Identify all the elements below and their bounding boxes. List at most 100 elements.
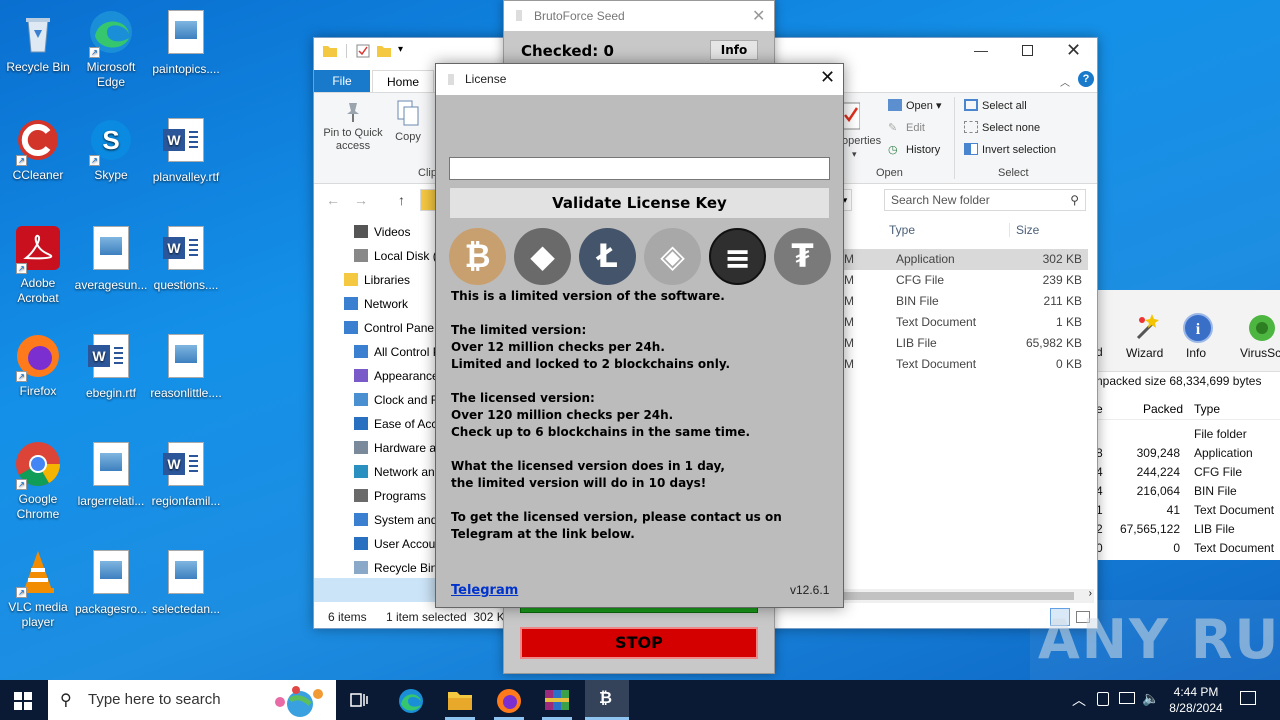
nav-item[interactable]: Programs (354, 484, 426, 508)
close-icon[interactable]: ✕ (752, 6, 765, 26)
nav-item[interactable]: Libraries (344, 268, 410, 292)
skype-shortcut[interactable]: S ↗ Skype (73, 116, 149, 183)
column-header-size[interactable]: Size (1009, 223, 1039, 237)
edge-taskbar-icon[interactable] (398, 688, 424, 717)
up-button[interactable]: ↑ (398, 192, 405, 208)
new-folder-quick-icon[interactable] (376, 44, 392, 61)
file-shortcut[interactable]: packagesro... (73, 548, 149, 617)
nav-item[interactable]: Videos (354, 220, 410, 244)
volume-icon[interactable]: 🔈 (1142, 690, 1159, 707)
license-key-input[interactable] (449, 157, 830, 180)
litecoin-icon[interactable]: Ł (579, 228, 636, 285)
file-row[interactable]: M Text Document 1 KB (844, 312, 1088, 333)
recycle-bin-shortcut[interactable]: Recycle Bin (0, 8, 76, 75)
collapse-ribbon-icon[interactable]: ︿ (1060, 74, 1070, 89)
file-shortcut[interactable]: regionfamil... (148, 440, 224, 509)
chevron-up-icon[interactable]: ︿ (1072, 690, 1086, 710)
archive-row[interactable]: File folder (1096, 424, 1280, 445)
forward-button[interactable]: → (354, 192, 368, 208)
nav-item[interactable]: All Control P (354, 340, 436, 364)
nav-item[interactable]: Network (344, 292, 408, 316)
chrome-shortcut[interactable]: ↗ Google Chrome (0, 440, 76, 522)
select-all-button[interactable]: Select all (964, 99, 1027, 112)
clock[interactable]: 4:44 PM 8/28/2024 (1164, 684, 1228, 716)
copy-button[interactable]: Copy (390, 99, 426, 143)
column-header-packed[interactable]: Packed (1143, 402, 1183, 416)
task-view-icon[interactable] (350, 692, 368, 711)
winrar-taskbar-icon[interactable] (544, 688, 570, 715)
nav-item[interactable]: Network an (354, 460, 435, 484)
brutoforce-taskbar-button[interactable]: ₿ (585, 680, 629, 720)
nav-item[interactable]: Hardware ar (354, 436, 436, 460)
file-shortcut[interactable]: selectedan... (148, 548, 224, 617)
select-none-button[interactable]: Select none (964, 121, 1040, 134)
nav-item[interactable]: Recycle Bin (354, 556, 436, 580)
archive-row[interactable]: 0 0 Text Document (1096, 538, 1280, 559)
bitcoin-icon[interactable]: ₿ (449, 228, 506, 285)
column-header-type[interactable]: Type (1194, 402, 1220, 416)
file-shortcut[interactable]: questions.... (148, 224, 224, 293)
nav-item[interactable]: Ease of Acc (354, 412, 436, 436)
file-shortcut[interactable]: largerrelati... (73, 440, 149, 509)
properties-quick-icon[interactable] (356, 44, 370, 61)
ethereum-icon[interactable]: ◆ (514, 228, 571, 285)
properties-button[interactable]: operties (842, 135, 881, 147)
notification-icon[interactable] (1240, 691, 1256, 705)
archive-row[interactable]: 8 309,248 Application (1096, 443, 1280, 464)
column-header-type[interactable]: Type (889, 223, 915, 237)
help-icon[interactable]: ? (1078, 71, 1094, 87)
file-shortcut[interactable]: paintopics.... (148, 8, 224, 77)
minimize-button[interactable]: — (974, 42, 988, 58)
info-button[interactable]: Info (710, 40, 758, 60)
solana-icon[interactable]: ≡ (709, 228, 766, 285)
file-row[interactable]: M BIN File 211 KB (844, 291, 1088, 312)
edit-button[interactable]: ✎ Edit (888, 121, 925, 134)
binance-icon[interactable]: ◈ (644, 228, 701, 285)
file-row[interactable]: M CFG File 239 KB (844, 270, 1088, 291)
file-shortcut[interactable]: reasonlittle.... (148, 332, 224, 401)
back-button[interactable]: ← (326, 192, 340, 208)
nav-item[interactable]: Appearance (354, 364, 436, 388)
open-button[interactable]: Open ▾ (888, 99, 942, 112)
network-icon[interactable] (1119, 692, 1135, 704)
file-row[interactable]: M Application 302 KB (844, 249, 1088, 270)
adobe-acrobat-shortcut[interactable]: ↗ Adobe Acrobat (0, 224, 76, 306)
file-shortcut[interactable]: ebegin.rtf (73, 332, 149, 401)
file-row[interactable]: M LIB File 65,982 KB (844, 333, 1088, 354)
tether-icon[interactable]: ₮ (774, 228, 831, 285)
firefox-shortcut[interactable]: ↗ Firefox (0, 332, 76, 399)
file-shortcut[interactable]: averagesun... (73, 224, 149, 293)
windows-start-button[interactable] (14, 692, 32, 713)
tab-file[interactable]: File (314, 70, 370, 92)
archive-row[interactable]: 2 67,565,122 LIB File (1096, 519, 1280, 540)
nav-item[interactable]: System and (354, 508, 436, 532)
file-row[interactable]: M Text Document 0 KB (844, 354, 1088, 375)
stop-button[interactable]: STOP (520, 627, 758, 659)
archive-row[interactable]: 4 244,224 CFG File (1096, 462, 1280, 483)
firefox-taskbar-icon[interactable] (496, 688, 522, 717)
file-explorer-taskbar-icon[interactable] (447, 689, 473, 714)
chevron-down-icon[interactable]: ▾ (398, 44, 403, 55)
history-button[interactable]: ◷ History (888, 143, 940, 156)
tab-home[interactable]: Home (372, 70, 435, 92)
nav-item[interactable]: Control Pane (344, 316, 434, 340)
validate-license-button[interactable]: Validate License Key (449, 187, 830, 219)
archive-row[interactable]: 1 41 Text Document (1096, 500, 1280, 521)
archive-row[interactable]: 4 216,064 BIN File (1096, 481, 1280, 502)
invert-selection-button[interactable]: Invert selection (964, 143, 1056, 156)
close-icon[interactable]: ✕ (820, 67, 835, 88)
taskbar-search-box[interactable]: ⚲ Type here to search (48, 680, 336, 720)
pin-quick-access-button[interactable]: Pin to Quick access (318, 99, 388, 153)
maximize-button[interactable] (1022, 45, 1033, 56)
close-button[interactable]: ✕ (1066, 40, 1081, 61)
device-icon[interactable] (1097, 692, 1109, 706)
ccleaner-shortcut[interactable]: ↗ CCleaner (0, 116, 76, 183)
chevron-right-icon[interactable]: › (1089, 588, 1092, 599)
nav-item[interactable]: User Accou (354, 532, 435, 556)
chevron-down-icon[interactable]: ▾ (852, 149, 857, 160)
file-shortcut[interactable]: planvalley.rtf (148, 116, 224, 185)
edge-shortcut[interactable]: ↗ Microsoft Edge (73, 8, 149, 90)
vlc-shortcut[interactable]: ↗ VLC media player (0, 548, 76, 630)
nav-item[interactable]: Local Disk ( (354, 244, 436, 268)
telegram-link[interactable]: Telegram (451, 583, 518, 598)
